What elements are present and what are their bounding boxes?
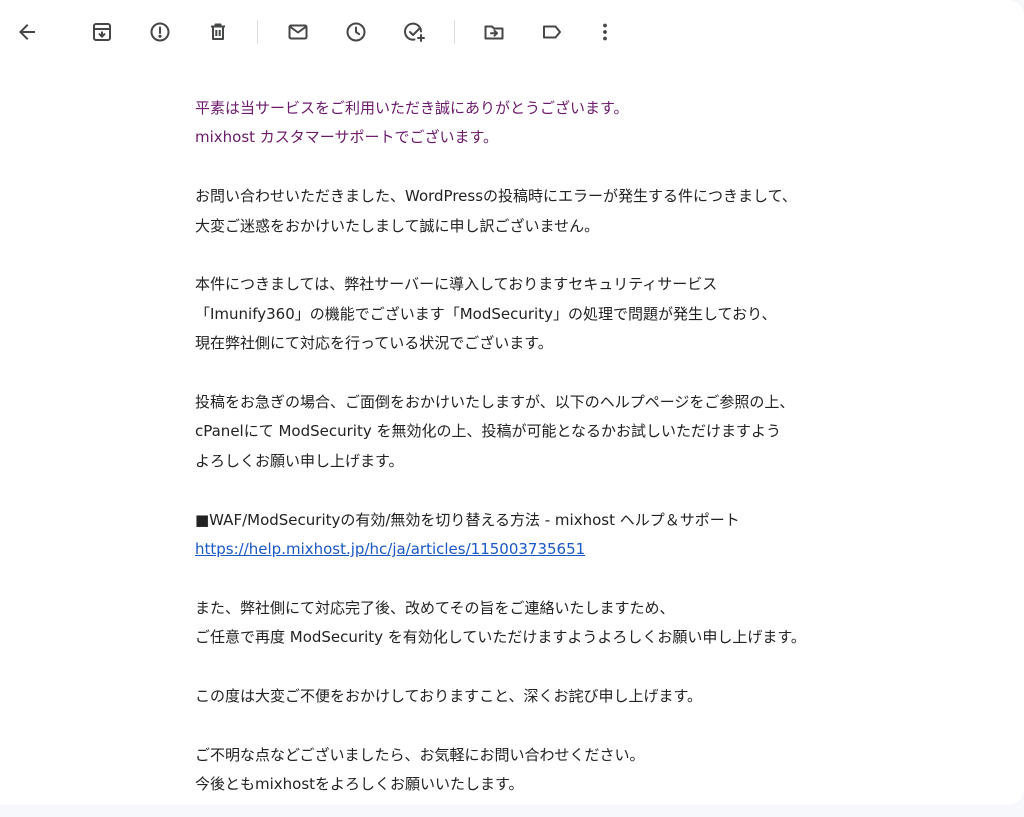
archive-icon <box>90 20 114 44</box>
archive-button[interactable] <box>84 14 120 50</box>
toolbar-divider <box>257 20 258 44</box>
message-toolbar <box>0 0 1024 64</box>
help-article-title: ■WAF/ModSecurityの有効/無効を切り替える方法 - mixhost… <box>195 510 740 529</box>
help-article-link[interactable]: https://help.mixhost.jp/hc/ja/articles/1… <box>195 540 585 558</box>
more-options-button[interactable] <box>587 14 623 50</box>
body-line: 本件につきましては、弊社サーバーに導入しておりますセキュリティサービス <box>195 275 718 294</box>
body-line: 現在弊社側にて対応を行っている状況でございます。 <box>195 334 553 353</box>
body-line: ご任意で再度 ModSecurity を有効化していただけますようよろしくお願い… <box>195 628 806 647</box>
move-to-icon <box>482 20 506 44</box>
delete-icon <box>206 20 230 44</box>
email-body: 平素は当サービスをご利用いただき誠にありがとうございます。 mixhost カス… <box>195 94 995 800</box>
report-spam-icon <box>148 20 172 44</box>
body-line: 投稿をお急ぎの場合、ご面倒をおかけいたしますが、以下のヘルプページをご参照の上、 <box>195 393 795 412</box>
back-arrow-icon <box>15 20 39 44</box>
snooze-icon <box>344 20 368 44</box>
body-line: cPanelにて ModSecurity を無効化の上、投稿が可能となるかお試し… <box>195 422 782 441</box>
add-to-tasks-button[interactable] <box>396 14 432 50</box>
email-window: 平素は当サービスをご利用いただき誠にありがとうございます。 mixhost カス… <box>0 0 1024 805</box>
mark-unread-icon <box>286 20 310 44</box>
body-line: また、弊社側にて対応完了後、改めてその旨をご連絡いたしますため、 <box>195 598 675 617</box>
label-button[interactable] <box>534 14 570 50</box>
move-to-button[interactable] <box>476 14 512 50</box>
more-options-icon <box>593 20 617 44</box>
body-line: この度は大変ご不便をおかけしておりますこと、深くお詫び申し上げます。 <box>195 687 703 706</box>
body-line: 大変ご迷惑をおかけいたしまして誠に申し訳ございません。 <box>195 216 600 235</box>
closing-line: ご不明な点などございましたら、お気軽にお問い合わせください。 <box>195 745 645 764</box>
snooze-button[interactable] <box>338 14 374 50</box>
delete-button[interactable] <box>200 14 236 50</box>
label-icon <box>540 20 564 44</box>
closing-line: 今後ともmixhostをよろしくお願いいたします。 <box>195 775 524 794</box>
mark-unread-button[interactable] <box>280 14 316 50</box>
greeting-line: mixhost カスタマーサポートでございます。 <box>195 128 499 147</box>
toolbar-divider <box>454 20 455 44</box>
report-spam-button[interactable] <box>142 14 178 50</box>
add-to-tasks-icon <box>402 20 426 44</box>
body-line: よろしくお願い申し上げます。 <box>195 451 404 470</box>
body-line: 「Imunify360」の機能でございます「ModSecurity」の処理で問題… <box>195 304 777 323</box>
back-button[interactable] <box>9 14 45 50</box>
greeting-line: 平素は当サービスをご利用いただき誠にありがとうございます。 <box>195 99 629 117</box>
body-line: お問い合わせいただきました、WordPressの投稿時にエラーが発生する件につき… <box>195 187 797 206</box>
